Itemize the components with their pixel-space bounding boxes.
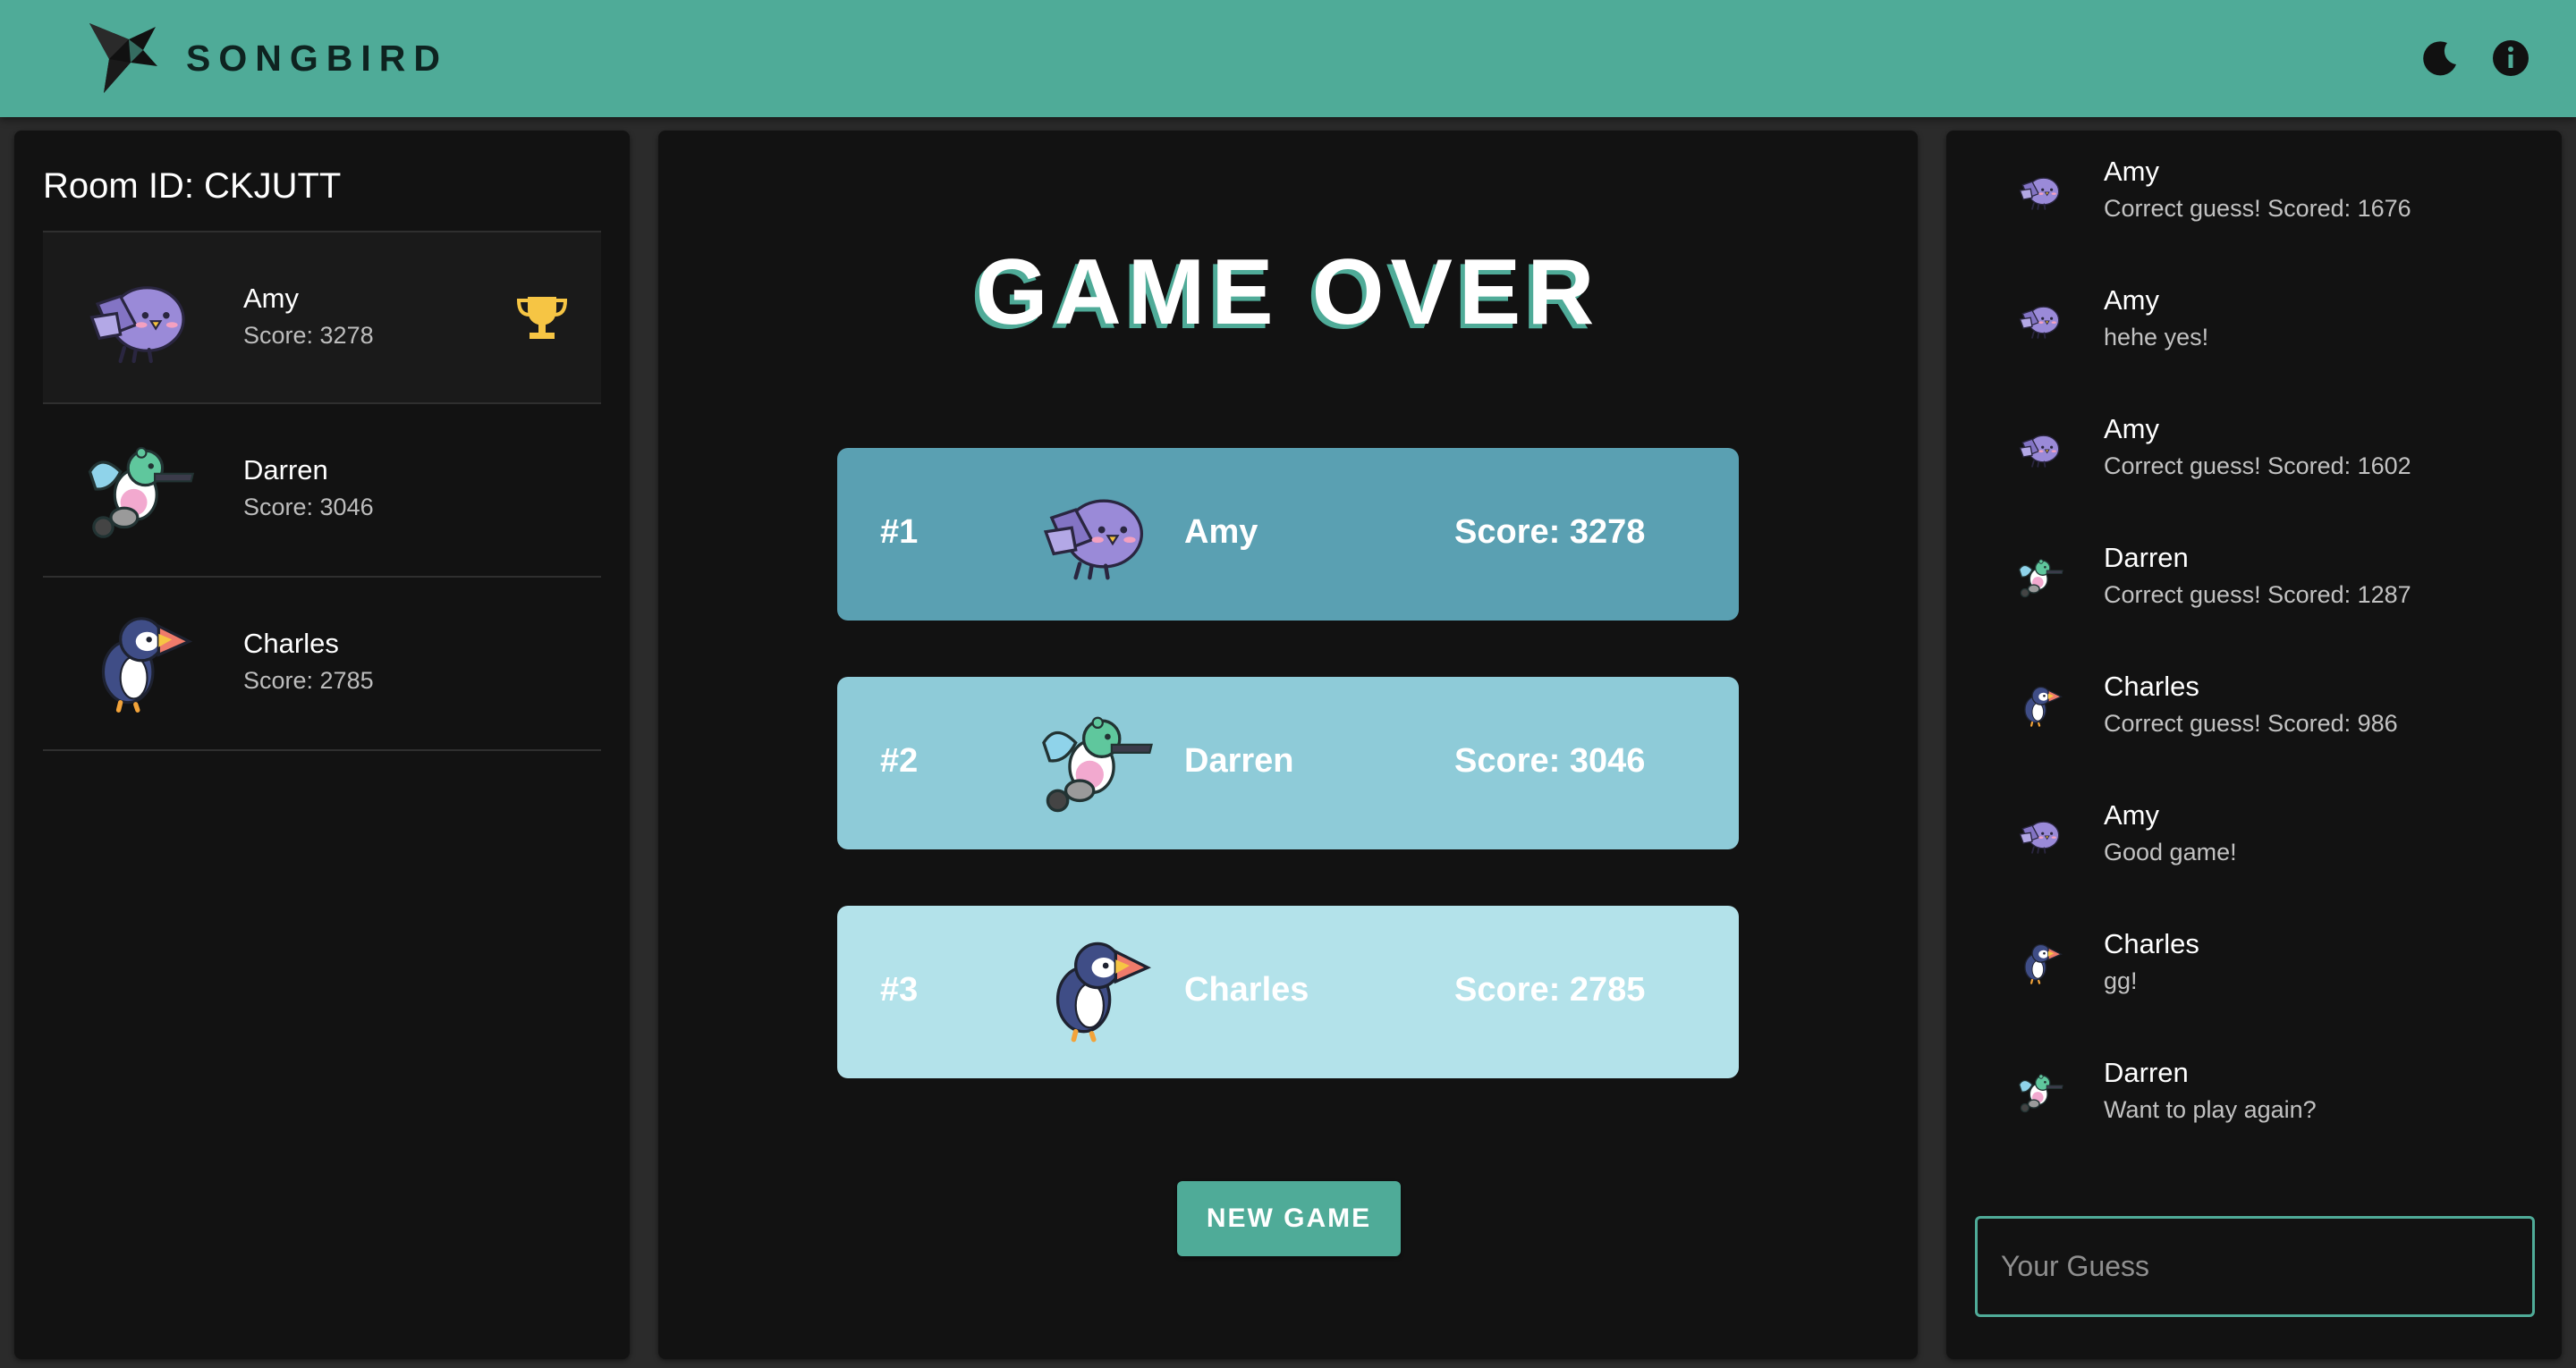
player-row: Charles Score: 2785 (43, 578, 601, 751)
player-score: Score: 2785 (243, 667, 374, 694)
chat-sender: Darren (2104, 1057, 2189, 1088)
chat-sender: Amy (2104, 799, 2159, 831)
player-row: Darren Score: 3046 (43, 404, 601, 578)
origami-bird-logo-icon[interactable] (84, 20, 161, 97)
ranking-card-3: #3 Charles Score: 2785 (837, 906, 1739, 1078)
player-name: Charles (243, 628, 339, 659)
rank-score: Score: 3046 (1454, 742, 1646, 780)
chat-text: hehe yes! (2104, 324, 2209, 350)
hummingbird-avatar (2016, 556, 2064, 599)
chat-sender: Amy (2104, 284, 2159, 316)
hummingbird-avatar (2016, 1071, 2064, 1114)
chat-sender: Darren (2104, 542, 2189, 573)
purple-bird-avatar (2016, 170, 2064, 213)
rank-player-name: Darren (1184, 742, 1294, 780)
chat-sender: Amy (2104, 413, 2159, 444)
player-list: Amy Score: 3278 Darren Score: 3046 Charl… (43, 231, 601, 751)
hummingbird-avatar (1036, 711, 1156, 815)
purple-bird-avatar (2016, 299, 2064, 342)
player-score: Score: 3278 (243, 322, 374, 349)
rank-score: Score: 3278 (1454, 513, 1646, 551)
player-row: Amy Score: 3278 (43, 231, 601, 404)
room-id: Room ID: CKJUTT (43, 166, 342, 206)
chat-text: Correct guess! Scored: 1287 (2104, 581, 2411, 608)
purple-bird-avatar (1036, 482, 1156, 586)
chat-panel: Amy Correct guess! Scored: 1676 Amy hehe… (1946, 131, 2562, 1359)
player-name: Darren (243, 454, 328, 486)
chat-text: gg! (2104, 967, 2138, 994)
chat-sender: Amy (2104, 156, 2159, 187)
chat-message: Amy Good game! (1946, 787, 2562, 916)
chat-sender: Charles (2104, 928, 2199, 959)
chat-text: Correct guess! Scored: 1602 (2104, 452, 2411, 479)
purple-bird-avatar (82, 270, 197, 368)
info-icon[interactable] (2490, 38, 2531, 79)
rank-score: Score: 2785 (1454, 971, 1646, 1009)
ranking-card-2: #2 Darren Score: 3046 (837, 677, 1739, 849)
ranking-card-1: #1 Amy Score: 3278 (837, 448, 1739, 621)
rank-player-name: Charles (1184, 971, 1309, 1009)
app-bar: SONGBIRD (0, 0, 2576, 117)
chat-text: Correct guess! Scored: 1676 (2104, 195, 2411, 222)
chat-text: Good game! (2104, 839, 2237, 866)
rank-player-name: Amy (1184, 513, 1258, 551)
chat-sender: Charles (2104, 671, 2199, 702)
guess-input[interactable] (1975, 1216, 2535, 1317)
puffin-avatar (1036, 940, 1156, 1043)
rank-number: #1 (880, 513, 919, 551)
chat-message: Amy hehe yes! (1946, 272, 2562, 401)
purple-bird-avatar (2016, 814, 2064, 857)
purple-bird-avatar (2016, 427, 2064, 470)
game-over-title: GAME OVER (975, 241, 1601, 344)
game-panel: GAME OVER #1 Amy Score: 3278 #2 Darren S… (658, 131, 1918, 1359)
chat-message: Amy Correct guess! Scored: 1602 (1946, 401, 2562, 529)
player-score: Score: 3046 (243, 494, 374, 520)
new-game-button[interactable]: NEW GAME (1177, 1181, 1401, 1256)
moon-icon[interactable] (2420, 38, 2462, 79)
chat-message: Darren Want to play again? (1946, 1044, 2562, 1173)
chat-text: Want to play again? (2104, 1096, 2317, 1123)
chat-message: Darren Correct guess! Scored: 1287 (1946, 529, 2562, 658)
trophy-icon (516, 297, 568, 339)
brand-title: SONGBIRD (186, 38, 448, 79)
player-name: Amy (243, 283, 299, 314)
rank-number: #3 (880, 971, 919, 1009)
chat-message: Charles gg! (1946, 916, 2562, 1044)
chat-text: Correct guess! Scored: 986 (2104, 710, 2398, 737)
puffin-avatar (2016, 685, 2064, 728)
chat-message: Amy Correct guess! Scored: 1676 (1946, 143, 2562, 272)
rank-number: #2 (880, 742, 919, 780)
hummingbird-avatar (82, 442, 197, 540)
puffin-avatar (2016, 942, 2064, 985)
chat-message: Charles Correct guess! Scored: 986 (1946, 658, 2562, 787)
puffin-avatar (82, 615, 197, 714)
players-panel: Room ID: CKJUTT Amy Score: 3278 Darren S… (14, 131, 630, 1359)
